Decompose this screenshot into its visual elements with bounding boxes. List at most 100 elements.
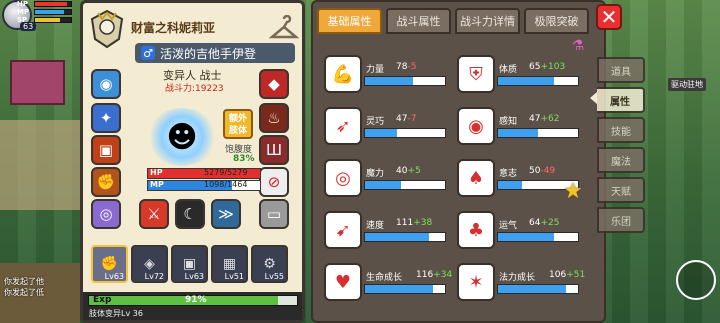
attribute-name: 力量	[366, 65, 385, 75]
helmet-slot[interactable]: ◉	[91, 69, 121, 99]
armor-slot[interactable]: ▣	[91, 135, 121, 165]
attribute-gauge	[364, 180, 446, 190]
attribute-gauge	[497, 232, 579, 242]
pants-slot[interactable]: Ш	[259, 135, 289, 165]
hp-label: HP	[150, 168, 163, 177]
attribute-gauge-fill	[365, 285, 433, 293]
attribute-bonus: +34	[433, 270, 453, 280]
pants-icon: Ш	[265, 141, 283, 159]
attribute-base: 40	[396, 166, 408, 176]
extra-limb-badge[interactable]: 额外肢体	[223, 109, 253, 139]
attribute-7[interactable]: ♣ 运气 64+25	[457, 210, 582, 254]
accessory-slot[interactable]: ◆	[259, 69, 289, 99]
hero-hp-bar: HP 5279/5279	[147, 168, 261, 179]
attribute-gauge	[497, 284, 579, 294]
empty-slot[interactable]: ▭	[259, 199, 289, 229]
hero-title[interactable]: ♂ 活泼的吉他手伊登	[135, 43, 295, 63]
world-location-label[interactable]: 驱动驻地	[668, 78, 706, 91]
ring-slot[interactable]: ◎	[91, 199, 121, 229]
attribute-6[interactable]: ➹ 速度 111+38	[324, 210, 449, 254]
attribute-1[interactable]: ⛨ 体质 65+103	[457, 54, 582, 98]
favorite-star-icon[interactable]: ★	[560, 178, 586, 204]
tab-0[interactable]: 基础属性	[317, 8, 382, 34]
gloves-icon: ✊	[96, 173, 116, 191]
hero-sprite: ☻	[147, 108, 217, 166]
attribute-2[interactable]: ➶ 灵巧 47-7	[324, 106, 449, 150]
eye-icon: ◉	[457, 107, 495, 145]
gloves-slot[interactable]: ✊	[91, 167, 121, 197]
attribute-value: 65+103	[529, 62, 565, 72]
amulet-icon: ✦	[99, 109, 113, 127]
attribute-gauge-fill	[498, 77, 554, 85]
tab-3[interactable]: 极限突破	[524, 8, 589, 34]
attribute-bonus: +38	[413, 218, 433, 228]
exp-fill	[89, 296, 279, 305]
attribute-base: 116	[416, 270, 434, 280]
attribute-bonus: +103	[540, 62, 566, 72]
exp-label: Exp	[93, 295, 112, 305]
item-level: Lv51	[224, 272, 244, 281]
joystick-icon[interactable]	[676, 260, 716, 300]
hero-name: 财富之科妮莉亚	[131, 21, 216, 35]
potion-icon[interactable]: ⚗	[568, 36, 588, 56]
weapon-slot-sword[interactable]: ⚔	[139, 199, 169, 229]
attribute-gauge-fill	[498, 285, 566, 293]
attribute-gauge-fill	[498, 181, 522, 189]
inventory-slot[interactable]: ⚙ Lv55	[251, 245, 288, 283]
attribute-bonus: -7	[407, 114, 417, 124]
runner-icon: ➶	[324, 107, 362, 145]
attribute-9[interactable]: ✶ 法力成长 106+51	[457, 262, 585, 306]
side-tab-1[interactable]: 属性	[597, 87, 645, 113]
item-level: Lv63	[184, 272, 204, 281]
close-button[interactable]: ✕	[596, 4, 622, 30]
attribute-base: 64	[529, 218, 541, 228]
clover-icon: ♣	[457, 211, 495, 249]
tab-1[interactable]: 战斗属性	[386, 8, 451, 34]
attribute-gauge-fill	[365, 181, 401, 189]
cloak-slot[interactable]: ♨	[259, 103, 289, 133]
attribute-3[interactable]: ◉ 感知 47+62	[457, 106, 582, 150]
armor-icon: ▣	[182, 256, 197, 272]
side-tab-0[interactable]: 道具	[597, 57, 645, 83]
amulet-slot[interactable]: ✦	[91, 103, 121, 133]
armor-body-icon: ⛨	[457, 55, 495, 93]
weapon-slot-scythe[interactable]: ☾	[175, 199, 205, 229]
attribute-gauge	[364, 76, 446, 86]
chat-log[interactable]: 你发起了他 你发起了低	[4, 276, 44, 298]
mutation-level: 肢体变异Lv 36	[89, 309, 143, 318]
attribute-gauge	[497, 128, 579, 138]
tab-2[interactable]: 战斗力详情	[455, 8, 520, 34]
crystal-icon: ◈	[144, 256, 155, 272]
player-hud[interactable]: 63 HP MP SP	[2, 0, 74, 36]
attribute-name: 魔力	[366, 169, 385, 179]
side-tab-5[interactable]: 乐团	[597, 207, 645, 233]
close-icon: ✕	[600, 5, 618, 29]
attribute-0[interactable]: 💪 力量 78-5	[324, 54, 449, 98]
hero-portrait[interactable]: ☻	[141, 107, 223, 167]
side-tab-4[interactable]: 天赋	[597, 177, 645, 203]
inventory-slot[interactable]: ◈ Lv72	[131, 245, 168, 283]
attribute-8[interactable]: ♥ 生命成长 116+34	[324, 262, 453, 306]
empty-slot-blocked[interactable]: ⊘	[259, 167, 289, 197]
hero-title-text: 活泼的吉他手伊登	[160, 46, 257, 61]
crest-icon	[90, 9, 124, 49]
attribute-base: 106	[549, 270, 567, 280]
sword-icon: ⚔	[147, 205, 161, 223]
side-tab-3[interactable]: 魔法	[597, 147, 645, 173]
attribute-base: 78	[396, 62, 408, 72]
weapon-slot-fish[interactable]: ≫	[211, 199, 241, 229]
hanger-icon[interactable]	[269, 15, 299, 43]
side-tab-2[interactable]: 技能	[597, 117, 645, 143]
attribute-name: 灵巧	[366, 117, 385, 127]
hero-card: 财富之科妮莉亚 ♂ 活泼的吉他手伊登 变异人 战士 战斗力:19223 ◉ ✦ …	[80, 0, 305, 323]
hp-value: 5279/5279	[204, 168, 248, 177]
attribute-gauge	[497, 76, 579, 86]
inventory-slot[interactable]: ✊ Lv63	[91, 245, 128, 283]
attribute-4[interactable]: ◎ 魔力 40+5	[324, 158, 449, 202]
fish-icon: ≫	[218, 205, 234, 223]
inventory-slot[interactable]: ▦ Lv51	[211, 245, 248, 283]
inventory-slot[interactable]: ▣ Lv63	[171, 245, 208, 283]
building-roof	[10, 60, 65, 105]
dirt-path	[0, 120, 80, 210]
exp-percent: 91%	[185, 295, 207, 305]
